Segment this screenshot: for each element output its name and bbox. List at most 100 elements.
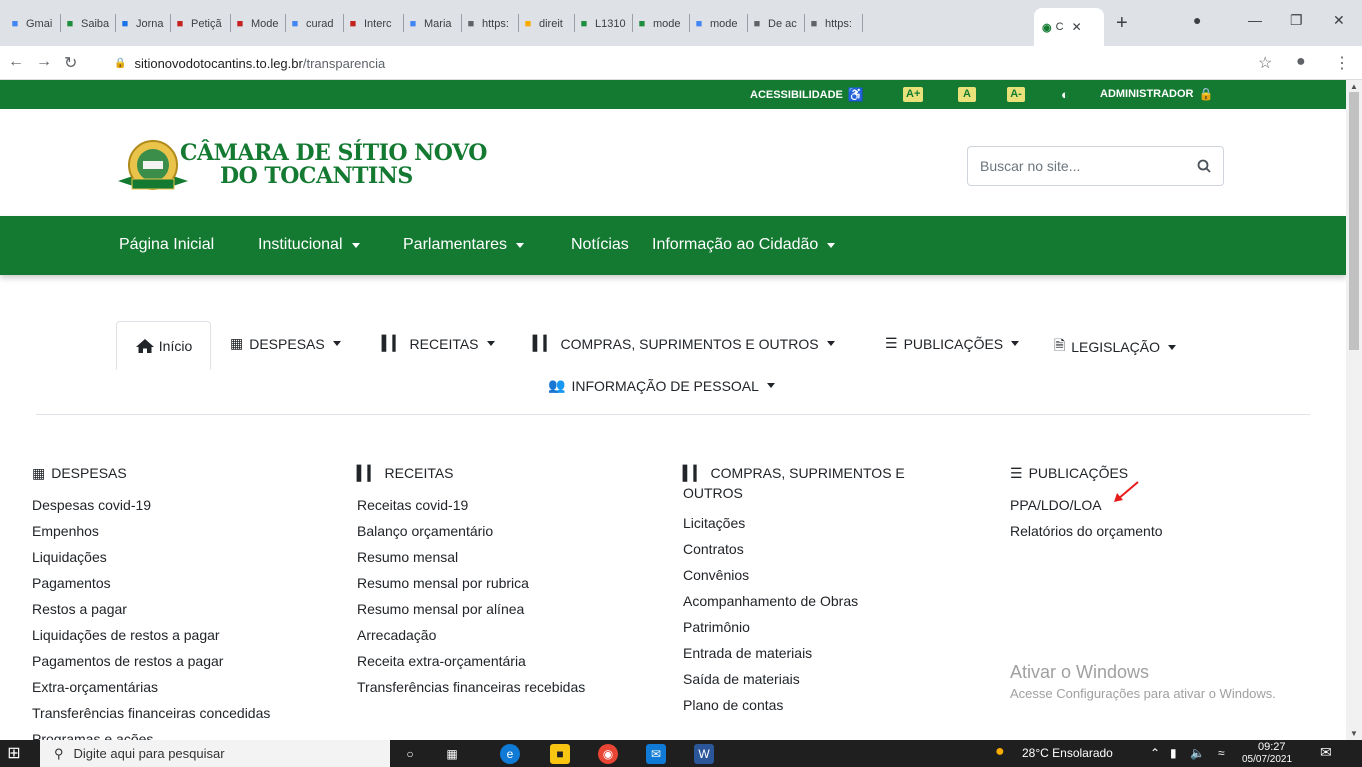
list-item-link[interactable]: Balanço orçamentário (357, 521, 585, 547)
browser-tab[interactable]: ■ curad (288, 10, 346, 38)
list-item-link[interactable]: Licitações (683, 513, 905, 539)
edge-icon[interactable]: e (500, 744, 520, 764)
list-item-link[interactable]: Receita extra-orçamentária (357, 651, 585, 677)
account-icon[interactable]: ● (1296, 53, 1306, 71)
list-item-link[interactable]: Despesas covid-19 (32, 495, 270, 521)
list-item-link[interactable]: Resumo mensal por alínea (357, 599, 585, 625)
list-item-link[interactable]: Relatórios do orçamento (1010, 521, 1163, 547)
list-item-link[interactable]: Acompanhamento de Obras (683, 591, 905, 617)
list-item-link[interactable]: Extra-orçamentárias (32, 677, 270, 703)
list-item-link[interactable]: Liquidações de restos a pagar (32, 625, 270, 651)
forward-icon[interactable]: → (36, 53, 52, 71)
browser-tab[interactable]: ■ Saiba (63, 10, 118, 38)
list-item-link[interactable]: Contratos (683, 539, 905, 565)
tab-inicio[interactable]: Início (116, 321, 211, 370)
list-item-link[interactable]: Plano de contas (683, 695, 905, 721)
browser-tab[interactable]: ■ Gmai (8, 10, 63, 38)
scroll-down-icon[interactable]: ▼ (1350, 729, 1358, 738)
sun-weather-icon[interactable]: ● (995, 743, 1005, 761)
tab-legislacao[interactable]: 🗎 LEGISLAÇÃO (1054, 335, 1176, 359)
reload-icon[interactable]: ↻ (64, 53, 77, 73)
tray-chevron-icon[interactable]: ⌃ (1150, 746, 1160, 760)
browser-tab[interactable]: ■ Petiçã (173, 10, 233, 38)
list-item-link[interactable]: Restos a pagar (32, 599, 270, 625)
list-item-link[interactable]: Entrada de materiais (683, 643, 905, 669)
list-item-link[interactable]: Resumo mensal (357, 547, 585, 573)
browser-tab[interactable]: ■ Maria (406, 10, 464, 38)
list-item-link[interactable]: Programas e ações (32, 729, 270, 740)
tab-active[interactable]: ◉ C ✕ (1034, 8, 1104, 46)
volume-icon[interactable]: 🔈 (1190, 746, 1205, 760)
battery-icon[interactable]: ▮ (1170, 746, 1177, 760)
menu-kebab-icon[interactable]: ⋮ (1334, 53, 1350, 73)
list-item-link[interactable]: Transferências financeiras concedidas (32, 703, 270, 729)
page-scrollbar[interactable]: ▲ ▼ (1346, 80, 1362, 740)
nav-home[interactable]: Página Inicial (119, 236, 214, 254)
camara-seal-logo[interactable] (116, 137, 190, 197)
nav-noticias[interactable]: Notícias (571, 236, 629, 254)
browser-tab[interactable]: ■ L1310 (577, 10, 635, 38)
list-item-link[interactable]: Receitas covid-19 (357, 495, 585, 521)
list-item-link[interactable]: Convênios (683, 565, 905, 591)
browser-tab[interactable]: ■ direit (521, 10, 577, 38)
search-icon[interactable] (1197, 159, 1211, 173)
tab-despesas[interactable]: ▦ DESPESAS (230, 335, 341, 352)
nav-institucional[interactable]: Institucional (258, 236, 360, 254)
network-icon[interactable]: ≈ (1218, 746, 1225, 760)
browser-tab[interactable]: ■ Jorna (118, 10, 173, 38)
browser-tab[interactable]: ■ Mode (233, 10, 288, 38)
admin-link[interactable]: ADMINISTRADOR 🔒 (1100, 87, 1213, 101)
scroll-thumb[interactable] (1349, 92, 1359, 350)
close-window-icon[interactable]: ✕ (1333, 12, 1345, 29)
browser-tab[interactable]: ■ https: (807, 10, 865, 38)
clock-date[interactable]: 05/07/2021 (1242, 754, 1292, 765)
list-item-link[interactable]: Transferências financeiras recebidas (357, 677, 585, 703)
list-item-link[interactable]: Resumo mensal por rubrica (357, 573, 585, 599)
list-item-link[interactable]: Saída de materiais (683, 669, 905, 695)
list-item-link[interactable]: Arrecadação (357, 625, 585, 651)
task-view-icon[interactable]: ○ (400, 744, 420, 764)
camara-title[interactable]: CÂMARA DE SÍTIO NOVO DO TOCANTINS (180, 142, 487, 188)
browser-tab[interactable]: ■ mode (635, 10, 692, 38)
list-item-link[interactable]: Patrimônio (683, 617, 905, 643)
browser-tab[interactable]: ■ mode (692, 10, 750, 38)
nav-parlamentares[interactable]: Parlamentares (403, 236, 525, 254)
list-item-link[interactable]: Liquidações (32, 547, 270, 573)
tab-pessoal[interactable]: 👥 INFORMAÇÃO DE PESSOAL (548, 377, 775, 394)
close-tab-icon[interactable]: ✕ (1072, 20, 1082, 34)
word-icon[interactable]: W (694, 744, 714, 764)
font-decrease-button[interactable]: A- (1007, 87, 1025, 102)
browser-tab[interactable]: ■ Interc (346, 10, 406, 38)
list-item-link[interactable]: Pagamentos de restos a pagar (32, 651, 270, 677)
font-increase-button[interactable]: A+ (903, 87, 924, 102)
nav-cidadao[interactable]: Informação ao Cidadão (652, 236, 836, 254)
restore-icon[interactable]: ❐ (1290, 12, 1303, 29)
browser-tab[interactable]: ■ De ac (750, 10, 807, 38)
new-tab-button[interactable]: + (1116, 12, 1128, 35)
back-icon[interactable]: ← (8, 53, 24, 71)
windows-start-icon[interactable]: ⊞ (4, 744, 24, 764)
list-item-link[interactable]: Pagamentos (32, 573, 270, 599)
tab-receitas[interactable]: ▍▎ RECEITAS (382, 335, 495, 352)
bookmark-star-icon[interactable]: ☆ (1258, 53, 1272, 73)
browser-tab[interactable]: ■ https: (464, 10, 521, 38)
contrast-icon[interactable]: ◐ (1061, 87, 1069, 102)
clock-time[interactable]: 09:27 (1258, 741, 1286, 753)
minimize-icon[interactable]: — (1248, 12, 1262, 28)
widgets-icon[interactable]: ▦ (442, 744, 462, 764)
tab-compras[interactable]: ▍▎ COMPRAS, SUPRIMENTOS E OUTROS (533, 335, 835, 352)
chrome-icon[interactable]: ◉ (598, 744, 618, 764)
font-normal-button[interactable]: A (958, 87, 976, 102)
mail-icon[interactable]: ✉ (646, 744, 666, 764)
taskbar-search[interactable]: ⚲ Digite aqui para pesquisar (40, 740, 390, 767)
url-field[interactable]: 🔒 sitionovodotocantins.to.leg.br/transpa… (100, 50, 1280, 76)
weather-text[interactable]: 28°C Ensolarado (1022, 746, 1113, 760)
notification-icon[interactable]: ✉ (1320, 744, 1332, 761)
scroll-up-icon[interactable]: ▲ (1350, 82, 1358, 91)
search-input[interactable] (980, 158, 1197, 174)
tab-publicacoes[interactable]: ☰ PUBLICAÇÕES (885, 335, 1020, 352)
profile-icon[interactable]: ● (1193, 12, 1201, 28)
file-explorer-icon[interactable]: ■ (550, 744, 570, 764)
accessibility-link[interactable]: ACESSIBILIDADE ♿ (750, 87, 864, 103)
list-item-link[interactable]: Empenhos (32, 521, 270, 547)
